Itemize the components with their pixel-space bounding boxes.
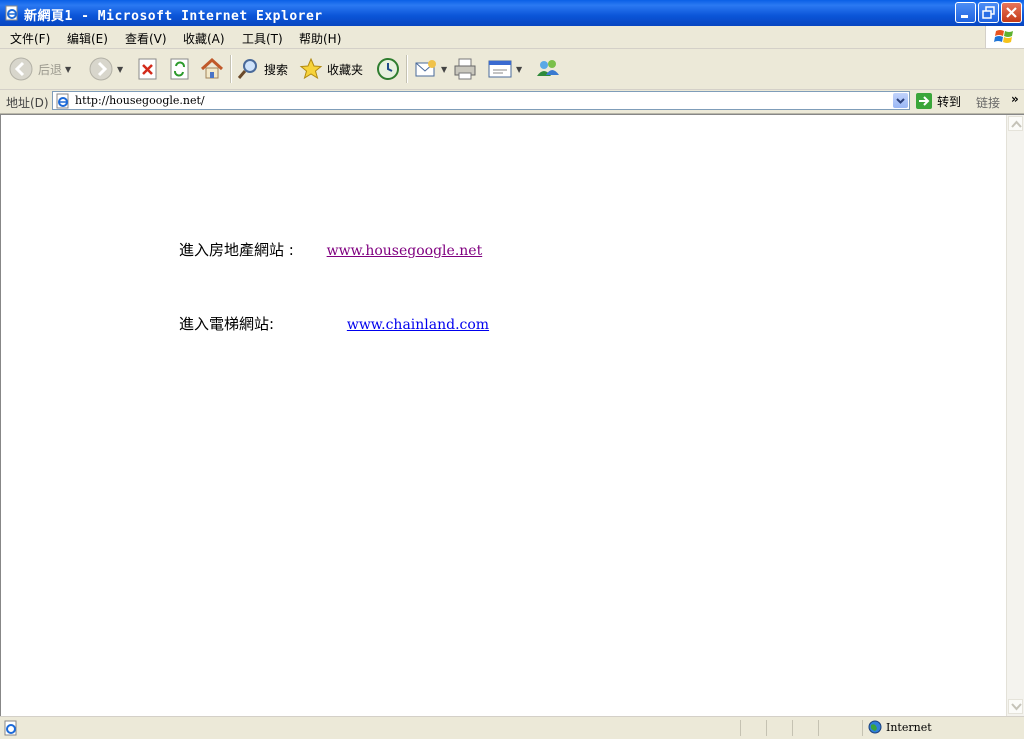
mail-icon <box>415 60 436 77</box>
go-button[interactable]: 转到 <box>915 91 961 111</box>
print-button[interactable] <box>452 49 478 89</box>
printer-icon <box>454 58 476 80</box>
links-chevron-icon[interactable]: » <box>1011 92 1019 106</box>
menu-file[interactable]: 文件(F) <box>10 30 50 47</box>
minimize-icon <box>961 15 968 18</box>
zone-label: Internet <box>886 720 932 734</box>
menu-edit[interactable]: 编辑(E) <box>67 30 108 47</box>
back-dropdown-icon[interactable]: ▼ <box>65 65 71 74</box>
back-label: 后退 <box>38 62 63 77</box>
home-icon <box>200 57 224 79</box>
elevator-label: 進入電梯網站: <box>179 315 275 333</box>
vertical-scrollbar[interactable] <box>1006 115 1024 716</box>
housing-label: 進入房地產網站 : <box>179 241 294 259</box>
ie-page-icon <box>56 93 69 109</box>
address-url: http://housegoogle.net/ <box>75 94 205 107</box>
address-input[interactable]: http://housegoogle.net/ <box>52 91 910 110</box>
elevator-link[interactable]: www.chainland.com <box>347 317 489 333</box>
chevron-down-icon <box>896 98 905 104</box>
messenger-icon <box>537 60 559 76</box>
menu-bar: 文件(F) 编辑(E) 查看(V) 收藏(A) 工具(T) 帮助(H) <box>0 26 1024 49</box>
close-icon <box>1006 7 1017 18</box>
home-button[interactable] <box>199 49 225 89</box>
forward-button[interactable]: ▼ <box>88 49 123 89</box>
stop-button[interactable] <box>137 49 159 89</box>
security-zone: Internet <box>868 720 932 734</box>
windows-logo <box>985 26 1024 48</box>
back-button[interactable]: 后退 ▼ <box>8 49 71 89</box>
address-dropdown-button[interactable] <box>893 93 908 108</box>
scroll-up-button[interactable] <box>1008 116 1023 131</box>
arrow-down-icon <box>1011 703 1022 711</box>
history-button[interactable] <box>375 49 401 89</box>
mail-dropdown-icon[interactable]: ▼ <box>441 65 447 74</box>
edit-page-icon <box>488 60 512 78</box>
go-label: 转到 <box>937 94 962 109</box>
restore-button[interactable] <box>978 2 999 23</box>
edit-dropdown-icon[interactable]: ▼ <box>516 65 522 74</box>
standard-toolbar: 后退 ▼ ▼ 搜索 收藏夹 ▼ ▼ <box>0 49 1024 90</box>
back-arrow-icon <box>9 57 33 81</box>
arrow-up-icon <box>1011 120 1022 128</box>
menu-help[interactable]: 帮助(H) <box>299 30 341 47</box>
forward-arrow-icon <box>89 57 113 81</box>
elevator-row: 進入電梯網站: www.chainland.com <box>179 313 489 334</box>
window-title: 新網頁1 - Microsoft Internet Explorer <box>24 9 323 24</box>
mail-button[interactable]: ▼ <box>414 49 447 89</box>
history-icon <box>377 58 399 80</box>
housing-row: 進入房地產網站 : www.housegoogle.net <box>179 239 482 260</box>
globe-icon <box>868 720 882 734</box>
links-button[interactable]: 链接 <box>976 94 1000 111</box>
title-bar: 新網頁1 - Microsoft Internet Explorer <box>0 0 1024 26</box>
ie-page-icon <box>5 5 18 21</box>
refresh-button[interactable] <box>169 49 191 89</box>
status-bar: Internet <box>0 716 1024 739</box>
favorites-label: 收藏夹 <box>327 62 364 77</box>
edit-button[interactable]: ▼ <box>487 49 522 89</box>
favorites-button[interactable]: 收藏夹 <box>299 49 363 89</box>
forward-dropdown-icon[interactable]: ▼ <box>117 65 123 74</box>
stop-icon <box>138 58 157 80</box>
address-bar: 地址(D) http://housegoogle.net/ 转到 链接 » <box>0 90 1024 114</box>
housing-link[interactable]: www.housegoogle.net <box>327 243 483 259</box>
close-button[interactable] <box>1001 2 1022 23</box>
windows-flag-icon <box>994 30 1013 43</box>
menu-view[interactable]: 查看(V) <box>125 30 167 47</box>
search-icon <box>237 59 257 79</box>
page-status-icon <box>4 720 17 736</box>
minimize-button[interactable] <box>955 2 976 23</box>
scroll-down-button[interactable] <box>1008 699 1023 714</box>
menu-favorites[interactable]: 收藏(A) <box>183 30 225 47</box>
page-viewport: 進入房地產網站 : www.housegoogle.net 進入電梯網站: ww… <box>0 114 1024 716</box>
search-button[interactable]: 搜索 <box>236 49 288 89</box>
messenger-button[interactable] <box>535 49 561 89</box>
star-icon <box>299 57 323 80</box>
menu-tools[interactable]: 工具(T) <box>242 30 283 47</box>
refresh-icon <box>170 58 189 80</box>
address-label: 地址(D) <box>6 96 49 110</box>
search-label: 搜索 <box>264 62 289 77</box>
restore-icon <box>982 6 995 19</box>
go-arrow-icon <box>916 93 932 109</box>
